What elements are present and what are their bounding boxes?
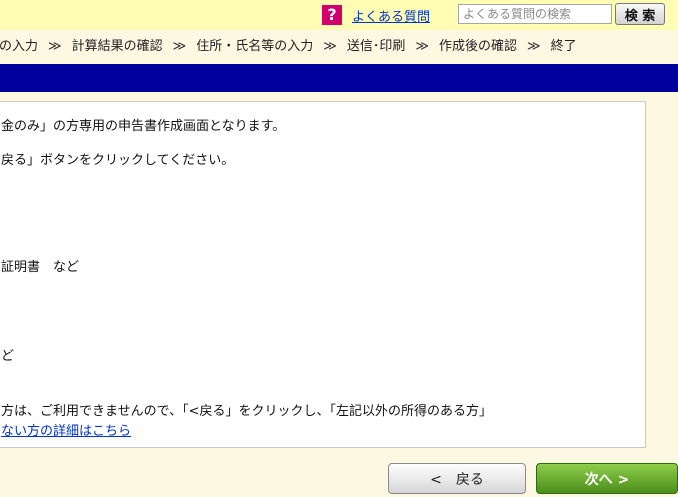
top-bar: ? よくある質問 検 索 [0, 0, 678, 30]
back-button[interactable]: < 戻る [388, 463, 526, 494]
faq-link[interactable]: よくある質問 [352, 6, 430, 25]
step-separator: ≫ [172, 39, 187, 54]
step-item: 終了 [550, 39, 577, 54]
step-separator: ≫ [323, 39, 337, 54]
faq-search-input[interactable] [458, 4, 612, 24]
content-panel: 金のみ」の方専用の申告書作成画面となります。 戻る」ボタンをクリックしてください… [0, 101, 646, 448]
step-item: 計算結果の確認 [71, 39, 163, 54]
details-link[interactable]: ない方の詳細はこちら [1, 424, 131, 439]
step-item: 住所・氏名等の入力 [196, 39, 314, 54]
content-text: 金のみ」の方専用の申告書作成画面となります。 [1, 119, 286, 134]
next-button[interactable]: 次へ > [536, 463, 678, 494]
progress-steps: 等の入力 ≫ 計算結果の確認 ≫ 住所・氏名等の入力 ≫ 送信･印刷 ≫ 作成後の確認 ≫ 終了 [0, 30, 678, 63]
faq-search-button[interactable]: 検 索 [615, 3, 665, 25]
progress-steps-track: 等の入力 ≫ 計算結果の確認 ≫ 住所・氏名等の入力 ≫ 送信･印刷 ≫ 作成後の確認 ≫ 終了 [0, 30, 577, 63]
content-text: 戻る」ボタンをクリックしてください。 [1, 153, 235, 168]
content-text: 証明書 など [1, 260, 80, 275]
content-text: ど [1, 349, 15, 364]
step-item: 等の入力 [0, 39, 39, 54]
content-link-line: ない方の詳細はこちら [1, 420, 131, 439]
nav-bar [0, 64, 678, 92]
step-separator: ≫ [48, 39, 62, 54]
step-separator: ≫ [415, 39, 429, 54]
step-item: 送信･印刷 [346, 39, 406, 54]
step-separator: ≫ [527, 39, 541, 54]
content-text: 方は、ご利用できませんので、「<戻る」をクリックし、「左記以外の所得のある方」 [1, 404, 492, 419]
step-item: 作成後の確認 [439, 39, 518, 54]
help-question-icon: ? [322, 5, 342, 25]
